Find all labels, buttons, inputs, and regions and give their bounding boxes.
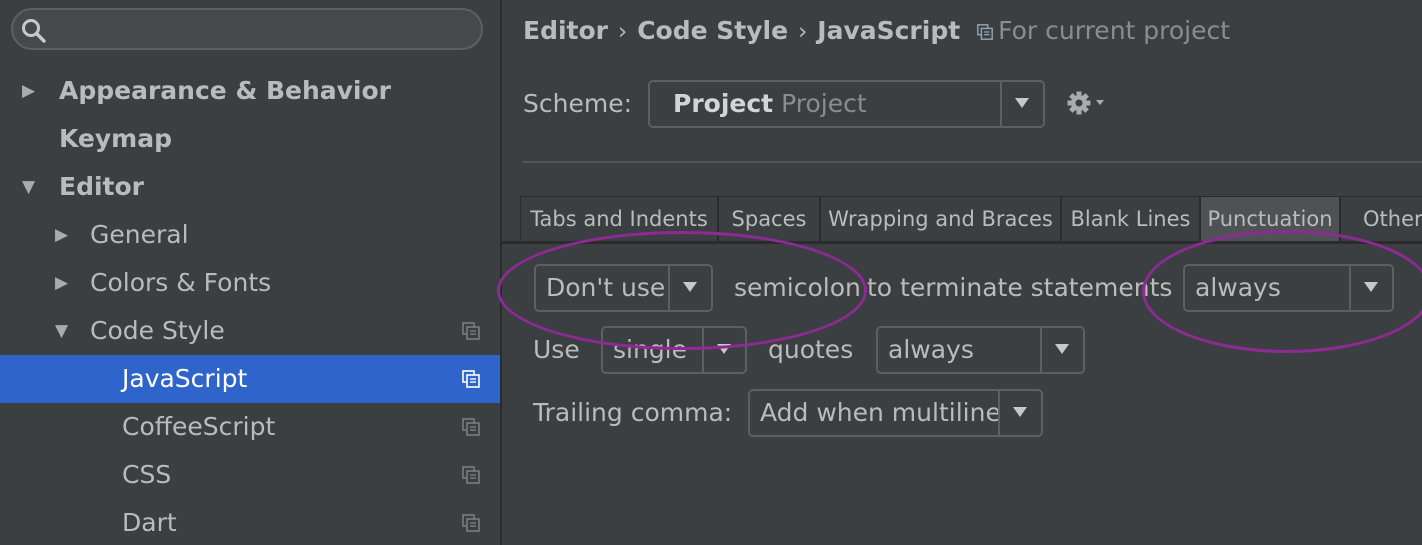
chevron-down-icon bbox=[1055, 344, 1069, 354]
breadcrumb-item-editor[interactable]: Editor bbox=[523, 16, 608, 45]
project-scope-icon bbox=[462, 514, 480, 532]
semicolon-mode-select[interactable]: Don't use bbox=[534, 264, 713, 312]
semicolon-mode-value: Don't use bbox=[546, 273, 666, 302]
tree-item-general[interactable]: ▶ General bbox=[0, 211, 500, 259]
scheme-select-value: Project Project bbox=[673, 82, 867, 126]
chevron-down-icon bbox=[1015, 98, 1029, 108]
chevron-down-icon bbox=[1013, 407, 1027, 417]
scheme-name: Project bbox=[673, 89, 774, 118]
quote-type-value: single bbox=[613, 335, 688, 364]
semicolon-mode-dropdown-button[interactable] bbox=[668, 266, 711, 310]
tab-wrapping-and-braces[interactable]: Wrapping and Braces bbox=[820, 196, 1061, 242]
semicolon-scope-select[interactable]: always bbox=[1183, 264, 1394, 312]
search-input[interactable] bbox=[11, 8, 483, 50]
breadcrumb: Editor › Code Style › JavaScript For current… bbox=[523, 12, 1230, 51]
tree-item-label: Dart bbox=[122, 508, 177, 537]
tree-item-editor[interactable]: ▼ Editor bbox=[0, 163, 500, 211]
tree-item-keymap[interactable]: Keymap bbox=[0, 115, 500, 163]
semicolon-scope-value: always bbox=[1195, 273, 1281, 302]
collapse-arrow-icon[interactable]: ▼ bbox=[55, 307, 68, 355]
tab-other[interactable]: Other bbox=[1340, 196, 1422, 242]
settings-main-panel: Editor › Code Style › JavaScript For current… bbox=[497, 0, 1422, 545]
tree-item-label: General bbox=[90, 220, 189, 249]
tree-item-label: Editor bbox=[59, 172, 144, 201]
tab-underline bbox=[502, 241, 1422, 244]
quote-scope-dropdown-button[interactable] bbox=[1040, 328, 1083, 372]
quote-type-select[interactable]: single bbox=[601, 326, 747, 374]
tree-item-css[interactable]: CSS bbox=[0, 451, 500, 499]
trailing-comma-label: Trailing comma: bbox=[533, 398, 733, 427]
tree-item-label: Colors & Fonts bbox=[90, 268, 272, 297]
collapse-arrow-icon[interactable]: ▼ bbox=[22, 163, 35, 211]
tree-item-appearance-behavior[interactable]: ▶ Appearance & Behavior bbox=[0, 67, 500, 115]
breadcrumb-separator: › bbox=[618, 19, 628, 45]
gear-icon[interactable] bbox=[1067, 90, 1107, 116]
tab-blank-lines[interactable]: Blank Lines bbox=[1061, 196, 1200, 242]
project-scope-icon bbox=[462, 418, 480, 436]
tab-punctuation[interactable]: Punctuation bbox=[1200, 196, 1340, 242]
expand-arrow-icon[interactable]: ▶ bbox=[55, 211, 68, 259]
chevron-down-icon bbox=[717, 344, 731, 354]
project-scope-icon bbox=[462, 466, 480, 484]
scope-label: For current project bbox=[998, 16, 1231, 45]
semicolon-scope-dropdown-button[interactable] bbox=[1349, 266, 1392, 310]
project-scope-icon bbox=[977, 24, 994, 40]
tree-item-label: CSS bbox=[122, 460, 172, 489]
tree-item-label: Appearance & Behavior bbox=[59, 76, 391, 105]
trailing-comma-dropdown-button[interactable] bbox=[998, 391, 1041, 435]
breadcrumb-item-javascript: JavaScript bbox=[817, 16, 961, 45]
quote-type-dropdown-button[interactable] bbox=[702, 328, 745, 372]
divider bbox=[522, 161, 1422, 163]
quote-scope-value: always bbox=[888, 335, 974, 364]
scheme-dropdown-button[interactable] bbox=[1000, 82, 1043, 126]
trailing-comma-value: Add when multiline bbox=[760, 398, 1001, 427]
project-scope-icon bbox=[462, 370, 480, 388]
expand-arrow-icon[interactable]: ▶ bbox=[22, 67, 35, 115]
use-label: Use bbox=[533, 335, 580, 364]
semicolon-label: semicolon bbox=[734, 273, 861, 302]
tree-item-label: Keymap bbox=[59, 124, 173, 153]
chevron-down-icon bbox=[1364, 282, 1378, 292]
expand-arrow-icon[interactable]: ▶ bbox=[55, 259, 68, 307]
settings-sidebar: ▶ Appearance & Behavior Keymap ▼ Editor … bbox=[0, 0, 502, 545]
scheme-sub: Project bbox=[781, 89, 867, 118]
tree-item-label: Code Style bbox=[90, 316, 225, 345]
breadcrumb-separator: › bbox=[798, 19, 808, 45]
tree-item-dart[interactable]: Dart bbox=[0, 499, 500, 545]
chevron-down-icon bbox=[683, 282, 697, 292]
tree-item-label: CoffeeScript bbox=[122, 412, 276, 441]
tree-item-coffeescript[interactable]: CoffeeScript bbox=[0, 403, 500, 451]
terminate-statements-label: to terminate statements bbox=[867, 273, 1173, 302]
project-scope-icon bbox=[462, 322, 480, 340]
tree-item-colors-fonts[interactable]: ▶ Colors & Fonts bbox=[0, 259, 500, 307]
search-icon bbox=[22, 19, 46, 43]
breadcrumb-item-code-style[interactable]: Code Style bbox=[637, 16, 788, 45]
tree-item-javascript[interactable]: JavaScript bbox=[0, 355, 500, 403]
tab-tabs-and-indents[interactable]: Tabs and Indents bbox=[520, 196, 718, 242]
scheme-select[interactable]: Project Project bbox=[648, 80, 1045, 128]
quote-scope-select[interactable]: always bbox=[876, 326, 1085, 374]
tree-item-label: JavaScript bbox=[122, 364, 248, 393]
quotes-label: quotes bbox=[768, 335, 854, 364]
tab-spaces[interactable]: Spaces bbox=[718, 196, 820, 242]
scheme-label: Scheme: bbox=[523, 89, 632, 118]
tree-item-code-style[interactable]: ▼ Code Style bbox=[0, 307, 500, 355]
trailing-comma-select[interactable]: Add when multiline bbox=[748, 389, 1043, 437]
